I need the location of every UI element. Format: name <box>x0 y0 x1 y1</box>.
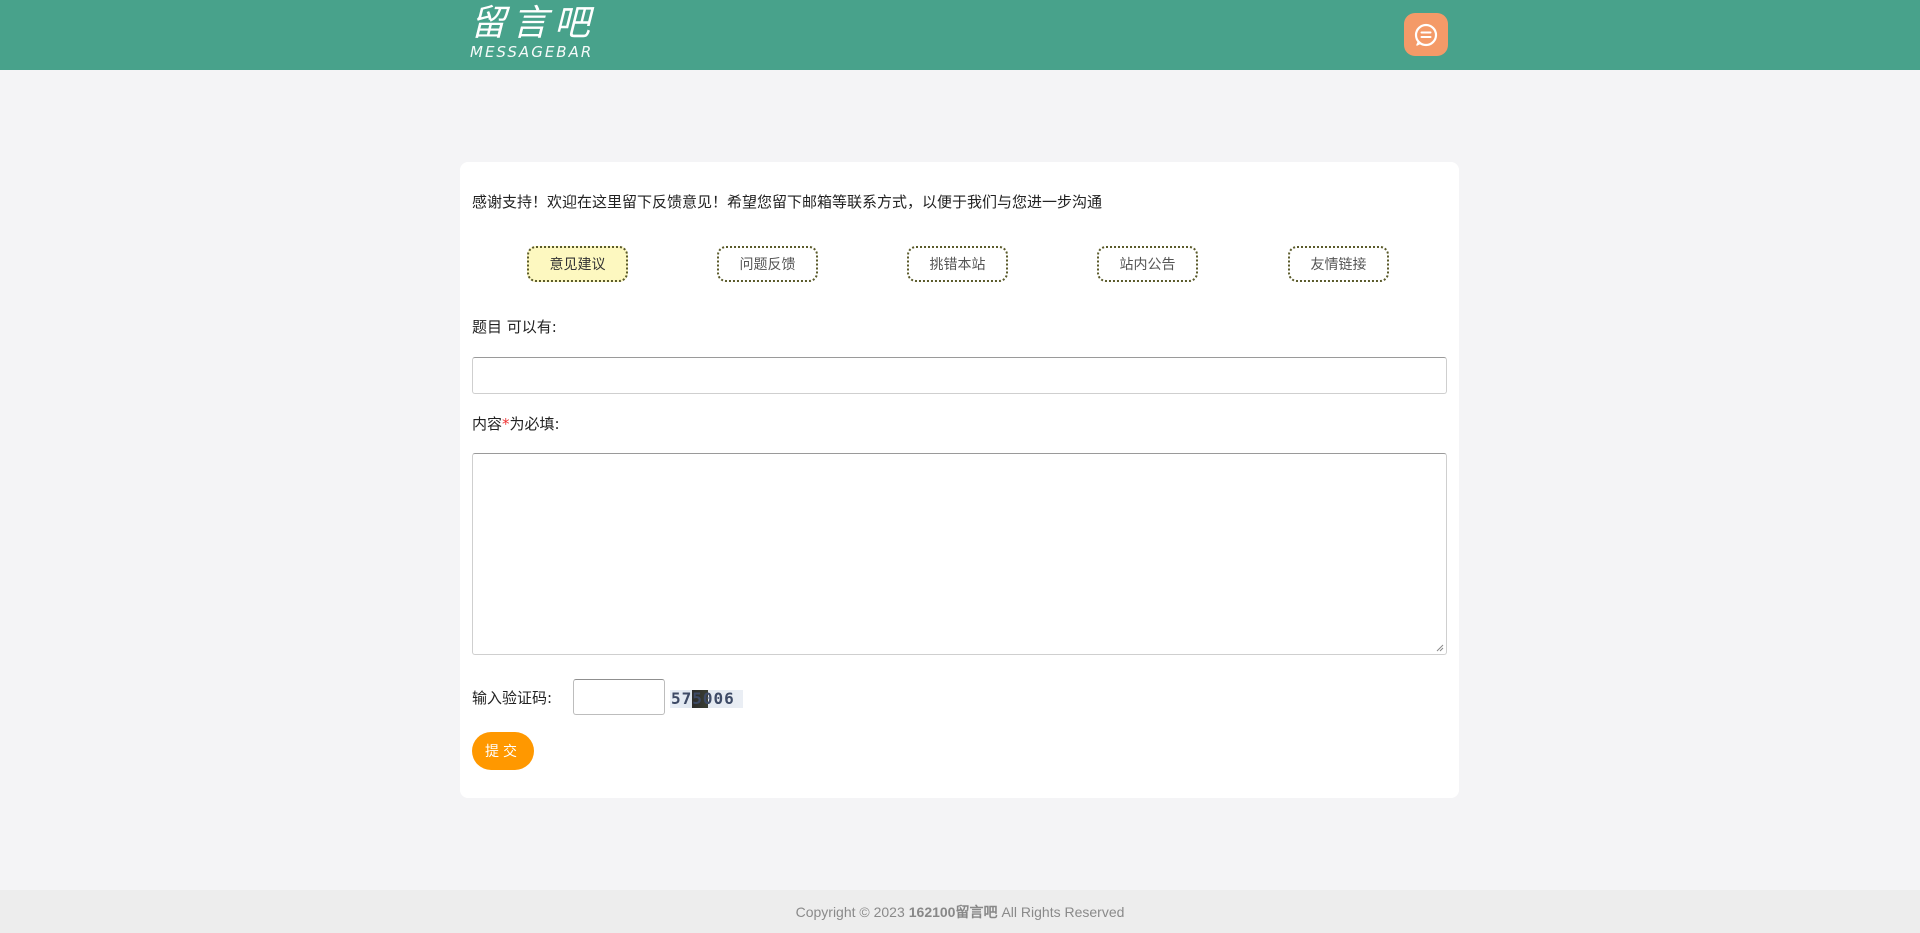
footer-copyright: Copyright © 2023 <box>795 903 905 920</box>
resize-grip-icon[interactable] <box>1436 644 1444 652</box>
content-label: 内容*为必填: <box>472 414 560 434</box>
message-button[interactable] <box>1404 13 1448 56</box>
tab-report-error[interactable]: 挑错本站 <box>907 246 1008 282</box>
required-mark: * <box>502 415 510 433</box>
captcha-label: 输入验证码: <box>472 689 553 707</box>
title-label: 题目 可以有: <box>472 318 557 336</box>
title-input[interactable] <box>472 357 1447 394</box>
site-logo[interactable]: 留言吧 MESSAGEBAR <box>470 3 597 61</box>
intro-text: 感谢支持！欢迎在这里留下反馈意见！希望您留下邮箱等联系方式，以便于我们与您进一步… <box>472 193 1103 211</box>
tab-friend-links[interactable]: 友情链接 <box>1288 246 1389 282</box>
tab-suggestion[interactable]: 意见建议 <box>527 246 628 282</box>
content-textarea[interactable] <box>472 453 1447 655</box>
logo-english-text: MESSAGEBAR <box>470 43 594 61</box>
footer-site-name: 162100留言吧 <box>908 903 998 920</box>
logo-chinese-text: 留言吧 <box>470 3 597 44</box>
content-label-prefix: 内容 <box>472 415 503 433</box>
top-header: 留言吧 MESSAGEBAR <box>0 0 1920 70</box>
captcha-input[interactable] <box>573 679 665 715</box>
tab-issue-feedback[interactable]: 问题反馈 <box>717 246 818 282</box>
footer-rights: All Rights Reserved <box>1001 903 1125 920</box>
footer: Copyright © 2023 162100留言吧 All Rights Re… <box>0 890 1920 933</box>
feedback-card: 感谢支持！欢迎在这里留下反馈意见！希望您留下邮箱等联系方式，以便于我们与您进一步… <box>460 162 1459 798</box>
chat-bubble-icon <box>1414 23 1438 46</box>
tab-announcement[interactable]: 站内公告 <box>1097 246 1198 282</box>
submit-button[interactable]: 提交 <box>472 732 534 770</box>
content-label-suffix: 为必填: <box>509 415 560 433</box>
captcha-image[interactable]: 575006 <box>670 690 743 708</box>
